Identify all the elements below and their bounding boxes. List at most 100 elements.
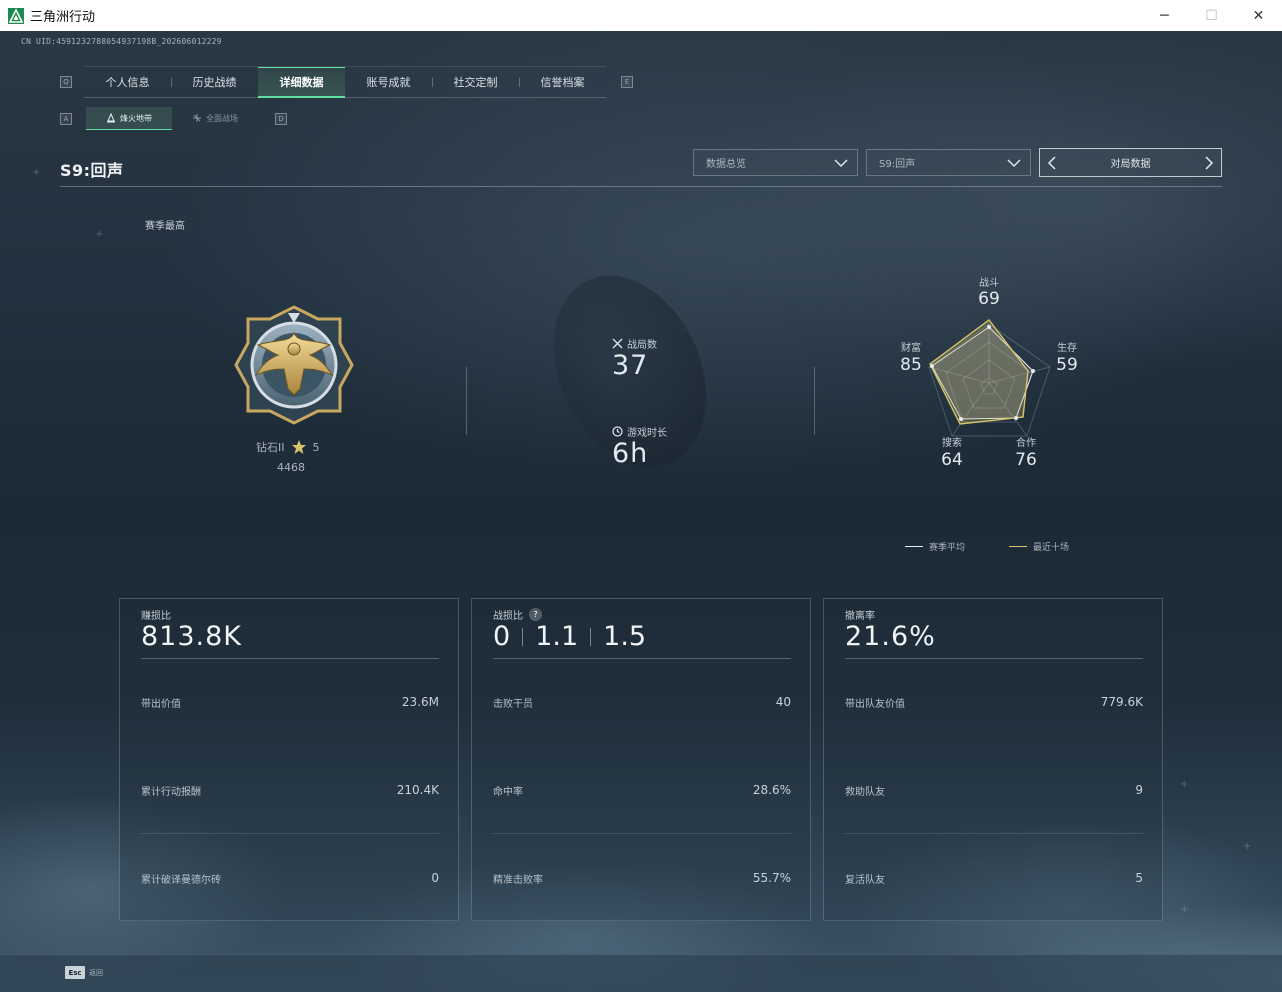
tab-right-key-hint[interactable]: E (621, 76, 633, 88)
battlefield-icon (193, 114, 201, 122)
extraction-rate-value: 21.6% (845, 621, 936, 652)
card-row: 击败干员 40 (493, 695, 791, 710)
rank-medal-icon (234, 305, 354, 425)
subtab-battlefield-label: 全面战场 (206, 113, 238, 123)
pager-label: 对局数据 (1110, 159, 1151, 170)
decor-plus: + (1180, 904, 1189, 915)
profit-card: 赚损比 813.8K 带出价值 23.6M 累计行动报酬 210.4K 累计破译… (119, 598, 459, 921)
decor-plus: + (32, 167, 41, 178)
tab-match-history[interactable]: 历史战绩 (171, 67, 258, 97)
card-title: 撤离率 (845, 611, 875, 622)
decor-plus: + (1243, 841, 1252, 852)
radar-survival-label: 生存 (1057, 343, 1077, 354)
card-divider (141, 833, 439, 834)
card-row: 带出队友价值 779.6K (845, 695, 1143, 710)
decor-plus: + (95, 229, 104, 240)
row-value: 9 (1135, 783, 1143, 797)
card-row: 救助队友 9 (845, 783, 1143, 798)
tab-personal-info[interactable]: 个人信息 (84, 67, 171, 97)
card-row: 累计破译曼德尔砖 0 (141, 871, 439, 886)
tab-left-key-hint[interactable]: Q (60, 76, 72, 88)
rank-points: 4468 (277, 461, 305, 474)
row-value: 23.6M (401, 695, 439, 709)
season-best-label: 赛季最高 (145, 221, 185, 232)
kd-ratio-1: 0 (493, 621, 511, 652)
card-title: 战损比 (493, 611, 523, 622)
mode-subtabs: 烽火地带 全面战场 (86, 107, 258, 130)
kd-ratios: 0 1.1 1.5 (493, 621, 646, 652)
row-value: 779.6K (1100, 695, 1143, 709)
row-value: 40 (775, 695, 791, 709)
row-label: 救助队友 (845, 787, 885, 798)
row-value: 210.4K (396, 783, 439, 797)
subtab-fire-zone-label: 烽火地带 (120, 113, 152, 123)
radar-cooperation-label: 合作 (1016, 438, 1036, 449)
matches-label: 战局数 (627, 340, 657, 351)
radar-survival-value: 59 (1056, 355, 1078, 375)
legend-season-average-label: 赛季平均 (929, 543, 966, 553)
row-label: 带出队友价值 (845, 699, 905, 710)
section-divider (466, 367, 467, 435)
legend-recent-ten: 最近十场 (1009, 540, 1069, 553)
row-label: 精准击败率 (493, 875, 543, 886)
window-titlebar: 三角洲行动 ─ ☐ ✕ (0, 0, 1282, 32)
tab-social-customization[interactable]: 社交定制 (432, 67, 519, 97)
tab-detailed-data[interactable]: 详细数据 (258, 67, 345, 98)
card-divider (845, 833, 1143, 834)
header-divider (60, 186, 1222, 187)
radar-wealth-label: 财富 (901, 343, 921, 354)
subtab-left-key-hint[interactable]: A (60, 113, 72, 125)
card-title: 赚损比 (141, 611, 171, 622)
radar-combat-label: 战斗 (979, 278, 999, 289)
tab-reputation-file[interactable]: 信誉档案 (519, 67, 606, 97)
close-button[interactable]: ✕ (1235, 0, 1282, 31)
ratio-separator (590, 627, 592, 646)
help-icon[interactable]: ? (529, 608, 542, 621)
matches-value: 37 (612, 350, 649, 381)
card-divider (141, 658, 439, 659)
playtime-value: 6h (612, 438, 649, 469)
subtab-battlefield[interactable]: 全面战场 (172, 107, 258, 129)
kd-ratio-3: 1.5 (603, 621, 647, 652)
rank-info: 钻石II 5 (256, 439, 320, 455)
subtab-fire-zone[interactable]: 烽火地带 (86, 107, 172, 130)
row-label: 累计破译曼德尔砖 (141, 875, 221, 886)
clock-icon (612, 426, 623, 437)
radar-recent-ten (929, 319, 1029, 425)
season-dropdown-value: S9:回声 (879, 159, 916, 170)
card-row: 精准击败率 55.7% (493, 871, 791, 886)
esc-key-icon: Esc (65, 966, 85, 979)
maximize-button[interactable]: ☐ (1188, 0, 1235, 31)
legend-swatch (1009, 546, 1027, 547)
card-row: 带出价值 23.6M (141, 695, 439, 710)
category-dropdown-value: 数据总览 (706, 159, 746, 170)
row-label: 复活队友 (845, 875, 885, 886)
rank-stars: 5 (312, 440, 320, 454)
kd-ratio-2: 1.1 (535, 621, 579, 652)
season-dropdown[interactable]: S9:回声 (866, 149, 1031, 176)
chevron-right-icon[interactable] (1203, 155, 1215, 171)
back-button[interactable]: Esc 返回 (65, 966, 103, 979)
season-title: S9:回声 (60, 161, 124, 180)
row-label: 命中率 (493, 787, 523, 798)
row-label: 累计行动报酬 (141, 787, 201, 798)
category-dropdown[interactable]: 数据总览 (693, 149, 858, 176)
kd-card: 战损比 ? 0 1.1 1.5 击败干员 40 命中率 28.6% 精准击败率 … (471, 598, 811, 921)
radar-wealth-value: 85 (900, 355, 922, 375)
radar-cooperation-value: 76 (1015, 450, 1037, 470)
radar-search-value: 64 (941, 450, 963, 470)
decor-plus: + (1180, 779, 1189, 790)
back-label: 返回 (89, 968, 103, 977)
star-icon (291, 440, 306, 454)
row-value: 5 (1135, 871, 1143, 885)
playtime-label: 游戏时长 (627, 428, 667, 439)
card-title-group: 战损比 ? (493, 607, 542, 622)
subtab-right-key-hint[interactable]: D (275, 113, 287, 125)
window-title: 三角洲行动 (30, 10, 96, 25)
chevron-left-icon[interactable] (1046, 155, 1058, 171)
radar-search-label: 搜索 (942, 438, 962, 449)
minimize-button[interactable]: ─ (1141, 0, 1188, 31)
card-divider (845, 658, 1143, 659)
tab-achievements[interactable]: 账号成就 (345, 67, 432, 97)
match-data-pager: 对局数据 (1039, 148, 1222, 177)
